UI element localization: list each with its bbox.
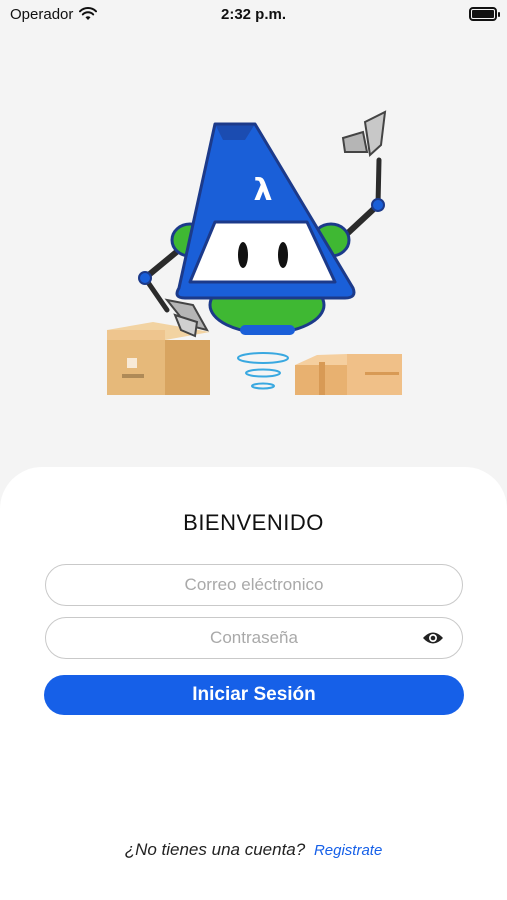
lambda-symbol: λ: [254, 173, 273, 208]
status-bar: Operador 2:32 p.m.: [0, 0, 507, 28]
carrier-label: Operador: [10, 5, 74, 23]
robot-mascot-illustration: λ: [107, 110, 402, 395]
box-right: [295, 354, 402, 395]
welcome-title: BIENVENIDO: [183, 510, 324, 535]
email-input[interactable]: [46, 565, 462, 605]
register-link[interactable]: Registrate: [314, 842, 382, 859]
robot-base: [240, 325, 295, 335]
password-field[interactable]: [45, 617, 463, 659]
wifi-icon: [79, 7, 98, 20]
eye-icon[interactable]: [422, 629, 444, 647]
battery-level: [472, 10, 494, 18]
register-prompt: ¿No tienes una cuenta? Registrate: [0, 840, 507, 860]
status-left: Operador: [10, 5, 98, 23]
hover-rings: [237, 352, 289, 390]
login-button[interactable]: Iniciar Sesión: [44, 675, 464, 715]
battery-icon: [469, 7, 500, 21]
no-account-text: ¿No tienes una cuenta?: [124, 840, 306, 859]
password-input[interactable]: [46, 618, 462, 658]
email-field[interactable]: [45, 564, 463, 606]
